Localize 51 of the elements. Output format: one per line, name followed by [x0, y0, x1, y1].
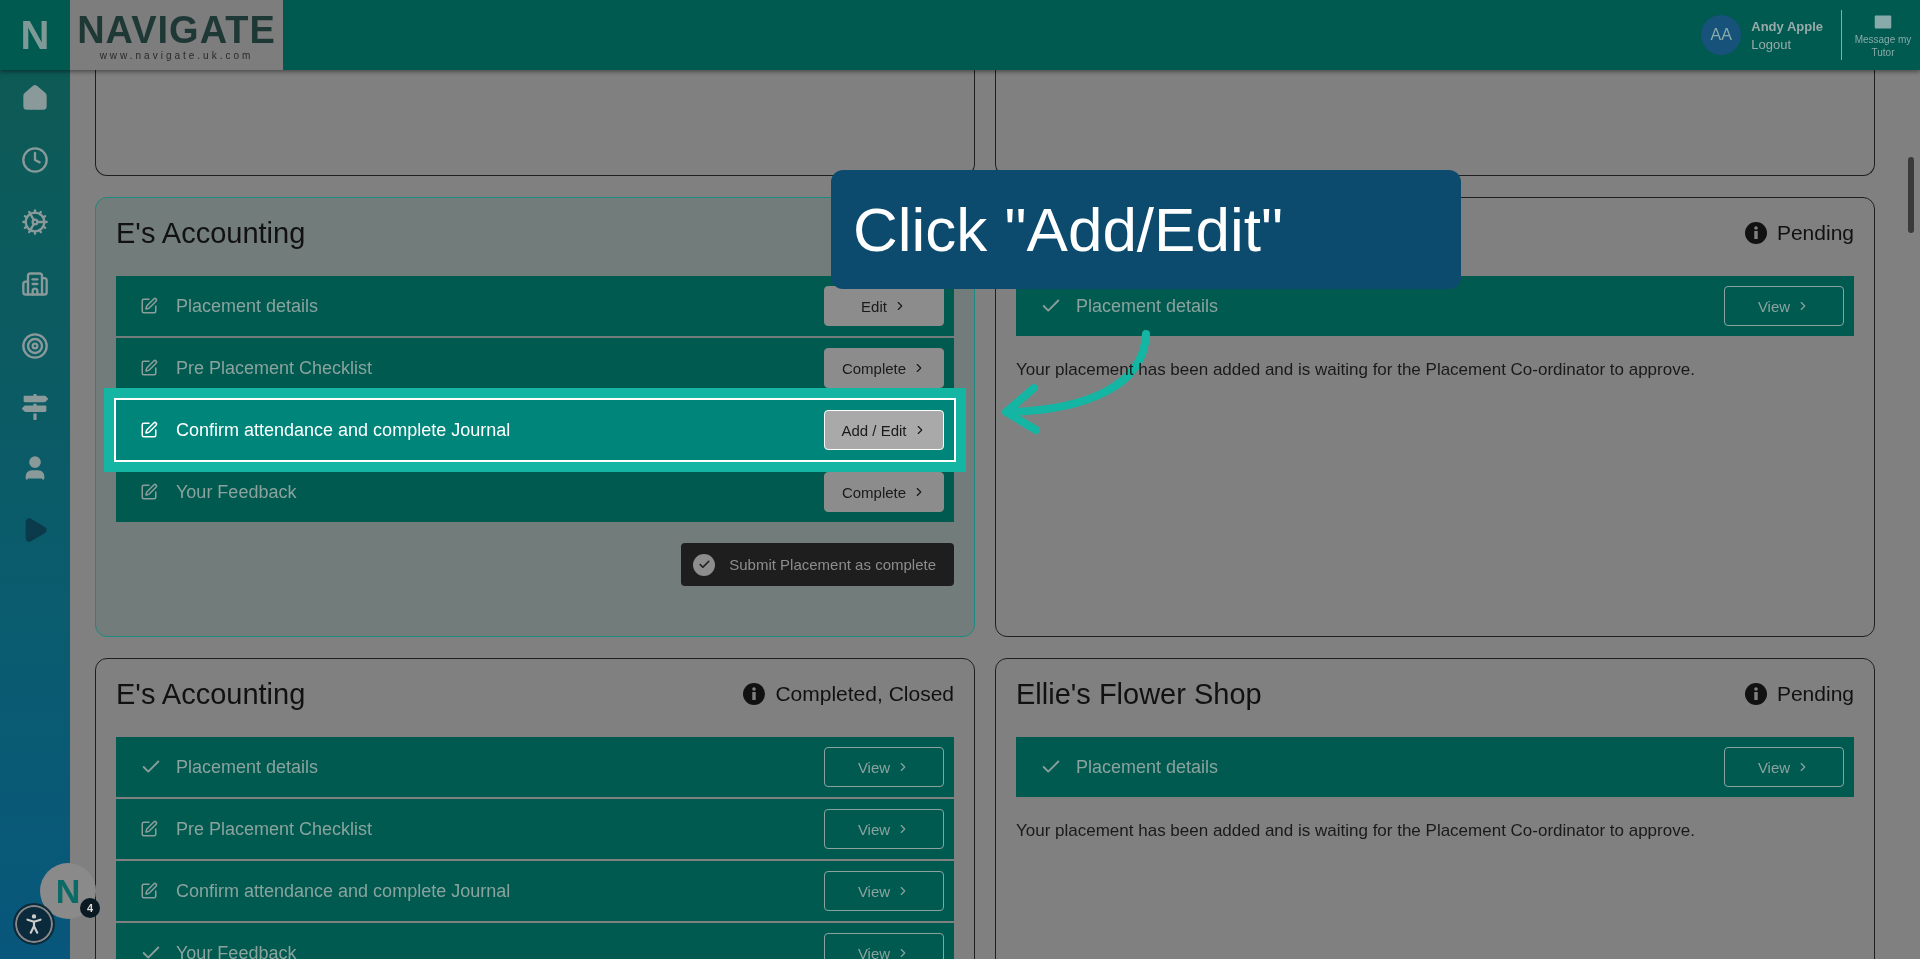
card-title: E's Accounting — [116, 677, 306, 711]
edit-icon — [140, 421, 158, 439]
task-button[interactable]: View — [1724, 286, 1844, 326]
task-button[interactable]: Complete — [824, 472, 944, 512]
target-icon[interactable] — [21, 332, 49, 360]
message-button[interactable]: Message my Tutor — [1852, 11, 1914, 59]
task-button[interactable]: Complete — [824, 348, 944, 388]
info-icon — [1744, 683, 1767, 705]
check-icon — [693, 553, 716, 576]
logout-link[interactable]: Logout — [1751, 36, 1823, 52]
user-name: Andy Apple — [1751, 18, 1823, 34]
task-button[interactable]: View — [1724, 747, 1844, 787]
edit-icon — [140, 359, 158, 377]
signpost-icon[interactable] — [22, 394, 48, 420]
edit-icon — [140, 483, 158, 501]
avatar[interactable]: AA — [1701, 15, 1742, 55]
task-button[interactable]: Add / Edit — [824, 410, 944, 450]
task-button[interactable]: View — [824, 871, 944, 911]
brand-mark[interactable]: N — [20, 12, 50, 58]
callout: Click "Add/Edit" — [831, 170, 1461, 289]
home-icon[interactable] — [21, 84, 49, 112]
task-label: Confirm attendance and complete Journal — [176, 419, 512, 441]
card-title: E's Accounting — [116, 216, 306, 250]
task-button[interactable]: View — [824, 809, 944, 849]
task-label: Pre Placement Checklist — [176, 818, 374, 840]
scrollbar-thumb[interactable] — [1908, 157, 1914, 233]
clock-icon[interactable] — [21, 146, 49, 174]
status-note: Your placement has been added and is waiting for the Placement Co-ordinator to approve. — [1016, 821, 1696, 841]
status-text: Pending — [1776, 221, 1854, 245]
task-label: Your Feedback — [176, 942, 298, 959]
edit-icon — [140, 297, 158, 315]
edit-icon — [140, 882, 158, 900]
task-label: Pre Placement Checklist — [176, 357, 374, 379]
card-title: Ellie's Flower Shop — [1016, 677, 1262, 711]
submit-button[interactable]: Submit Placement as complete — [681, 543, 954, 586]
logo[interactable]: NAVIGATE www.navigate.uk.com — [70, 0, 283, 70]
edit-icon — [140, 820, 158, 838]
task-button[interactable]: View — [824, 747, 944, 787]
task-button[interactable]: Edit — [824, 286, 944, 326]
info-icon — [1744, 222, 1767, 244]
task-button[interactable]: View — [824, 933, 944, 959]
status-text: Completed, Closed — [775, 682, 954, 706]
building-icon[interactable] — [21, 270, 49, 298]
task-label: Confirm attendance and complete Journal — [176, 880, 512, 902]
status-text: Pending — [1776, 682, 1854, 706]
task-label: Placement details — [1076, 756, 1220, 778]
task-label: Placement details — [176, 756, 320, 778]
task-label: Placement details — [1076, 295, 1220, 317]
info-icon — [743, 683, 766, 705]
task-label: Your Feedback — [176, 481, 298, 503]
task-label: Placement details — [176, 295, 320, 317]
